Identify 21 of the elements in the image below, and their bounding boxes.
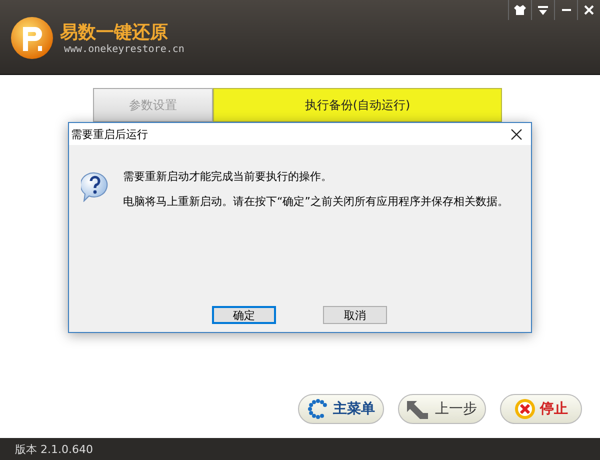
close-icon <box>584 5 594 15</box>
dialog-title: 需要重启后运行 <box>71 126 148 142</box>
minimize-icon <box>562 9 570 11</box>
cancel-button[interactable]: 取消 <box>323 306 387 324</box>
back-button[interactable]: 上一步 <box>398 394 486 424</box>
refresh-icon <box>307 398 329 420</box>
question-icon <box>81 172 109 202</box>
version-label: 版本 2.1.0.640 <box>15 442 93 456</box>
back-arrow-icon <box>407 399 431 419</box>
dropdown-icon <box>538 6 548 14</box>
logo-icon <box>10 16 54 60</box>
dialog-message: 电脑将马上重新启动。请在按下“确定”之前关闭所有应用程序并保存相关数据。 <box>123 194 508 209</box>
website-url: www.onekeyrestore.cn <box>63 44 184 54</box>
stop-icon <box>514 398 536 420</box>
close-icon <box>510 128 522 140</box>
stop-button[interactable]: 停止 <box>500 394 582 424</box>
ok-button[interactable]: 确定 <box>212 306 276 324</box>
app-title: 易数一键还原 <box>60 22 169 44</box>
main-menu-button[interactable]: 主菜单 <box>298 394 384 424</box>
dialog-message: 需要重新启动才能完成当前要执行的操作。 <box>123 169 333 184</box>
shirt-icon <box>514 5 526 15</box>
